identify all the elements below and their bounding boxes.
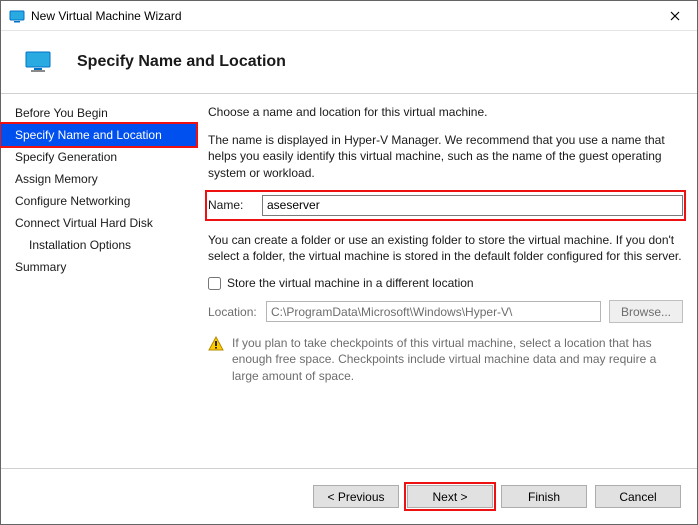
warning-row: If you plan to take checkpoints of this … bbox=[208, 335, 683, 384]
step-installation-options[interactable]: Installation Options bbox=[1, 234, 196, 256]
step-assign-memory[interactable]: Assign Memory bbox=[1, 168, 196, 190]
step-connect-vhd[interactable]: Connect Virtual Hard Disk bbox=[1, 212, 196, 234]
store-different-location-checkbox[interactable] bbox=[208, 277, 221, 290]
step-specify-name-location[interactable]: Specify Name and Location bbox=[1, 124, 196, 146]
wizard-footer: < Previous Next > Finish Cancel bbox=[1, 468, 697, 524]
window-title: New Virtual Machine Wizard bbox=[31, 9, 652, 23]
name-label: Name: bbox=[208, 198, 254, 212]
description-text: The name is displayed in Hyper-V Manager… bbox=[208, 132, 683, 181]
wizard-steps: Before You Begin Specify Name and Locati… bbox=[1, 94, 196, 470]
store-different-location-row: Store the virtual machine in a different… bbox=[208, 276, 683, 290]
warning-icon bbox=[208, 336, 224, 384]
folder-text: You can create a folder or use an existi… bbox=[208, 232, 683, 264]
cancel-button[interactable]: Cancel bbox=[595, 485, 681, 508]
titlebar: New Virtual Machine Wizard bbox=[1, 1, 697, 31]
previous-button[interactable]: < Previous bbox=[313, 485, 399, 508]
wizard-header: Specify Name and Location bbox=[1, 31, 697, 93]
step-summary[interactable]: Summary bbox=[1, 256, 196, 278]
page-title: Specify Name and Location bbox=[77, 53, 286, 71]
step-before-you-begin[interactable]: Before You Begin bbox=[1, 102, 196, 124]
next-button[interactable]: Next > bbox=[407, 485, 493, 508]
location-row: Location: Browse... bbox=[208, 300, 683, 323]
location-label: Location: bbox=[208, 305, 258, 319]
app-icon bbox=[9, 8, 25, 24]
step-specify-generation[interactable]: Specify Generation bbox=[1, 146, 196, 168]
browse-button: Browse... bbox=[609, 300, 683, 323]
intro-text: Choose a name and location for this virt… bbox=[208, 104, 683, 120]
name-row: Name: bbox=[208, 193, 683, 218]
wizard-content: Choose a name and location for this virt… bbox=[196, 94, 697, 470]
close-button[interactable] bbox=[652, 1, 697, 30]
step-configure-networking[interactable]: Configure Networking bbox=[1, 190, 196, 212]
location-input bbox=[266, 301, 601, 322]
store-different-location-label: Store the virtual machine in a different… bbox=[227, 276, 474, 290]
monitor-icon bbox=[23, 51, 53, 73]
finish-button[interactable]: Finish bbox=[501, 485, 587, 508]
warning-text: If you plan to take checkpoints of this … bbox=[232, 335, 683, 384]
name-input[interactable] bbox=[262, 195, 683, 216]
